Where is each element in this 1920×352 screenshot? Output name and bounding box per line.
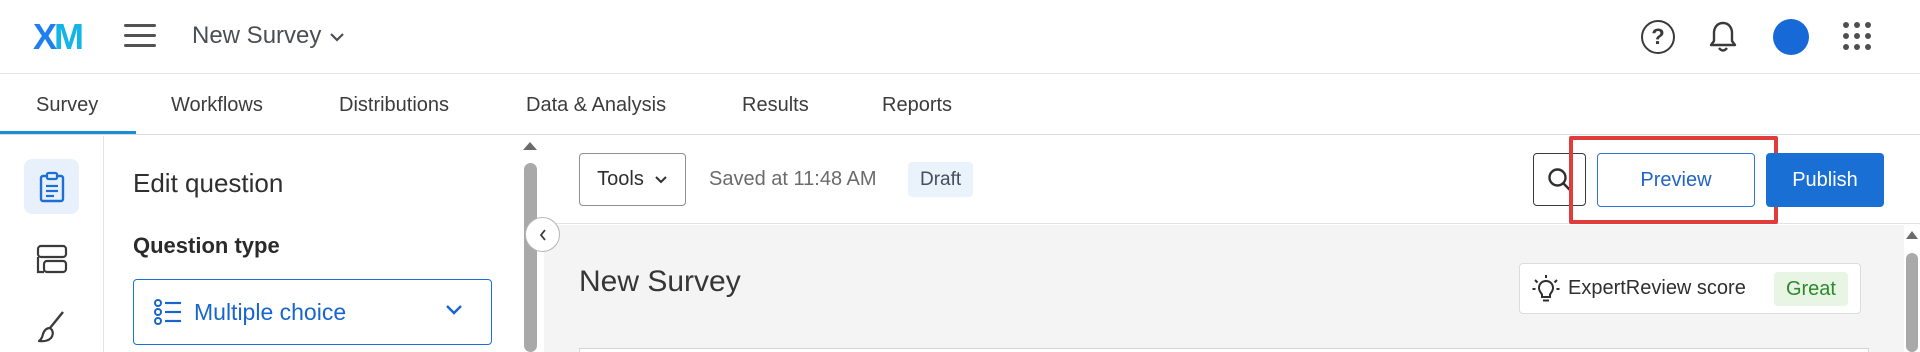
question-type-select[interactable]: Multiple choice <box>133 279 492 345</box>
bell-icon[interactable] <box>1708 20 1738 54</box>
rail-look-feel-button[interactable] <box>24 299 79 352</box>
panel-heading: Edit question <box>133 168 284 198</box>
scrollbar-thumb[interactable] <box>1906 253 1918 352</box>
left-rail <box>0 136 104 352</box>
main-tabs: Survey Workflows Distributions Data & An… <box>0 74 1920 135</box>
search-button[interactable] <box>1533 153 1586 206</box>
tools-button[interactable]: Tools <box>579 153 686 206</box>
brush-icon <box>37 310 64 342</box>
apps-grid-icon[interactable] <box>1843 22 1871 50</box>
question-type-value: Multiple choice <box>194 298 347 325</box>
list-icon <box>154 299 181 325</box>
survey-canvas: New Survey ExpertReview score Great <box>544 225 1904 352</box>
tab-workflows[interactable]: Workflows <box>171 94 263 117</box>
preview-button[interactable]: Preview <box>1597 153 1755 207</box>
expert-review-score-badge: Great <box>1773 272 1848 306</box>
search-icon <box>1547 167 1572 192</box>
tab-distributions[interactable]: Distributions <box>339 94 449 117</box>
expert-review-label: ExpertReview score <box>1568 277 1746 299</box>
top-bar: XM New Survey ? <box>0 0 1920 74</box>
chevron-down-icon <box>446 305 462 315</box>
avatar[interactable] <box>1773 19 1809 55</box>
rail-survey-button[interactable] <box>24 159 79 214</box>
active-tab-indicator <box>0 131 136 134</box>
survey-title-dropdown[interactable]: New Survey <box>192 22 345 50</box>
tab-reports[interactable]: Reports <box>882 94 952 117</box>
expert-review-card[interactable]: ExpertReview score Great <box>1519 263 1861 314</box>
scroll-up-arrow-icon[interactable] <box>523 142 537 150</box>
menu-icon[interactable] <box>124 24 156 50</box>
collapse-panel-button[interactable] <box>525 217 560 252</box>
lightbulb-icon <box>1532 274 1560 301</box>
question-card-edge <box>579 348 1869 352</box>
blocks-layout-icon <box>36 244 67 273</box>
survey-clipboard-icon <box>39 171 64 202</box>
survey-canvas-title[interactable]: New Survey <box>579 265 741 299</box>
publish-button[interactable]: Publish <box>1766 153 1884 207</box>
chevron-down-icon <box>330 33 345 42</box>
editor-toolbar: Tools Saved at 11:48 AM Draft Preview Pu… <box>544 136 1920 224</box>
tools-label: Tools <box>597 168 644 190</box>
canvas-scrollbar[interactable] <box>1904 225 1920 352</box>
help-icon[interactable]: ? <box>1641 20 1675 54</box>
edit-question-panel: Edit question Question type Multiple cho… <box>104 136 516 352</box>
chevron-left-icon <box>539 228 546 241</box>
tab-data-analysis[interactable]: Data & Analysis <box>526 94 666 117</box>
rail-blocks-button[interactable] <box>24 231 79 286</box>
survey-title: New Survey <box>192 22 322 49</box>
tab-survey[interactable]: Survey <box>36 94 98 117</box>
scroll-up-arrow-icon[interactable] <box>1906 231 1918 239</box>
tab-results[interactable]: Results <box>742 94 809 117</box>
saved-status-text: Saved at 11:48 AM <box>709 168 877 190</box>
question-type-label: Question type <box>133 233 280 258</box>
chevron-down-icon <box>655 176 667 184</box>
scrollbar-thumb[interactable] <box>524 163 537 352</box>
status-badge: Draft <box>908 162 974 197</box>
xm-logo[interactable]: XM <box>33 19 84 55</box>
